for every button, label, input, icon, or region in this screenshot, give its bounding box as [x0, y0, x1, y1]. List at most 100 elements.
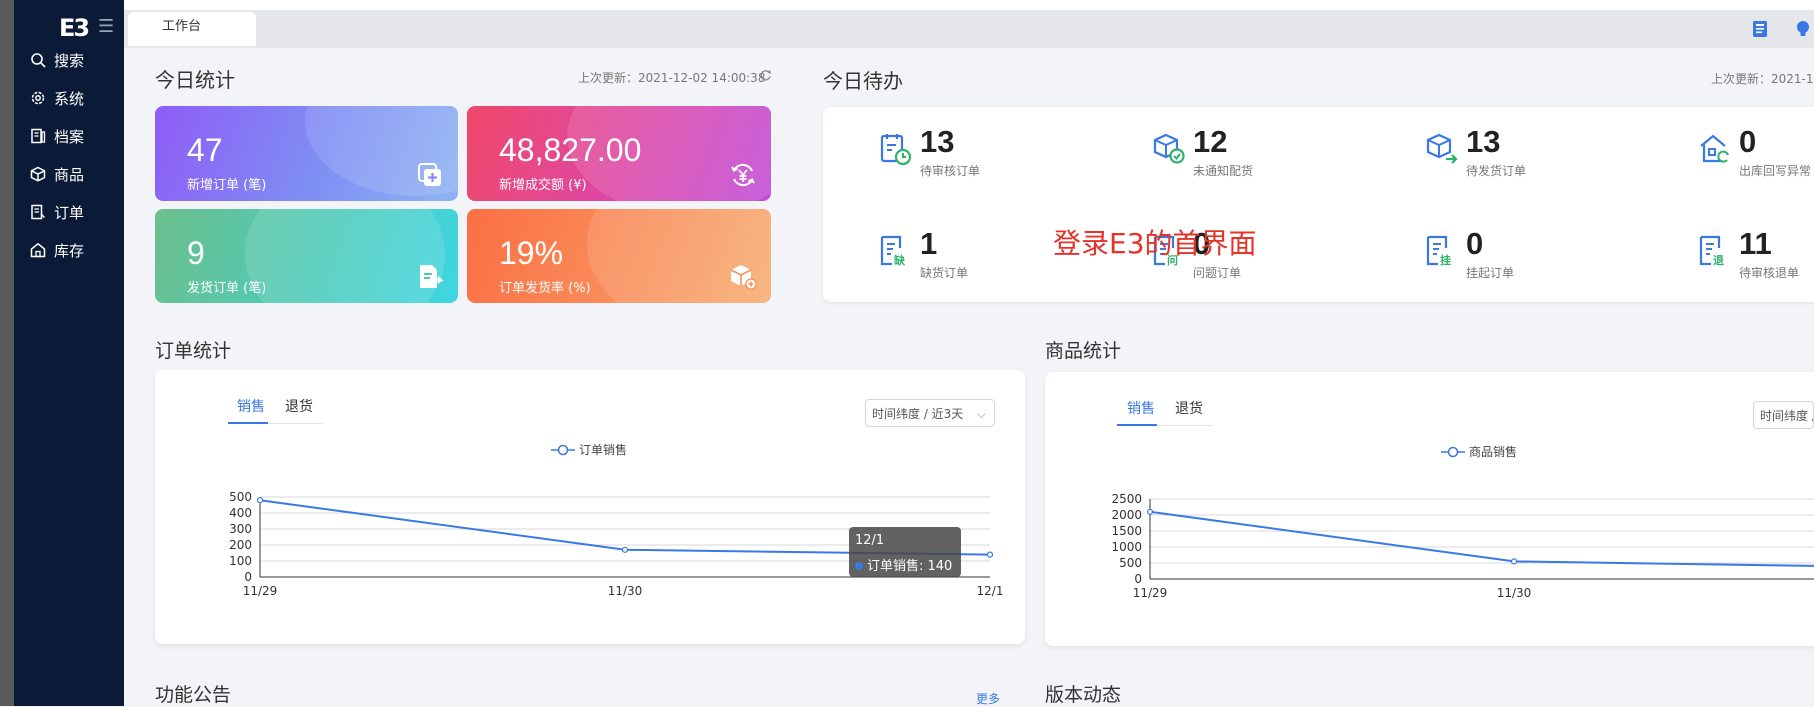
- todo-panel: [823, 107, 1814, 302]
- sidebar-item-label: 库存: [54, 241, 85, 260]
- file-icon: [31, 128, 46, 144]
- stat-card-ship-rate[interactable]: 19% 订单发货率 (%): [467, 209, 771, 303]
- window-left-strip: [0, 0, 14, 706]
- box-arrow-icon: [1426, 133, 1458, 164]
- window-top-strip: [0, 0, 1814, 10]
- x-tick-label: 11/30: [1497, 586, 1532, 600]
- add-order-icon: [418, 163, 441, 186]
- search-icon: [31, 53, 46, 68]
- todo-value: 0: [1739, 124, 1757, 159]
- order-time-range-select[interactable]: 时间纬度 / 近3天 ⌵: [865, 399, 995, 427]
- doc-tui-icon: 退: [1699, 235, 1724, 267]
- order-stats-title: 订单统计: [155, 340, 232, 362]
- legend-label: 订单销售: [579, 443, 628, 457]
- collapse-menu-icon[interactable]: ☰: [98, 16, 114, 37]
- stat-label: 新增订单 (笔): [187, 178, 267, 193]
- todo-value: 12: [1193, 124, 1228, 159]
- tooltip-date: 12/1: [855, 533, 885, 548]
- sidebar-item-label: 搜索: [54, 51, 85, 70]
- sidebar: E3 ☰ 搜索 系统 档案 商品 订单 库存: [14, 0, 124, 706]
- y-tick-label: 1000: [1111, 540, 1142, 554]
- data-point: [1510, 558, 1518, 565]
- todo-value: 0: [1466, 226, 1484, 261]
- refresh-icon[interactable]: [759, 69, 772, 82]
- chart-tab-active-indicator: [228, 422, 268, 424]
- goods-chart-legend[interactable]: 商品销售: [1441, 443, 1517, 460]
- todo-label: 挂起订单: [1466, 266, 1515, 280]
- todo-value: 13: [1466, 124, 1501, 159]
- todo-label: 缺货订单: [920, 266, 969, 280]
- todo-tag: 退: [1713, 253, 1724, 267]
- notices-title: 功能公告: [155, 684, 232, 706]
- y-tick-label: 2500: [1111, 492, 1142, 506]
- x-tick-label: 11/29: [243, 584, 278, 598]
- tab-order-returns[interactable]: 退货: [285, 396, 313, 416]
- tab-bar: [124, 10, 1814, 48]
- data-point: [256, 497, 264, 504]
- stat-card-shipped-orders[interactable]: 9 发货订单 (笔): [155, 209, 458, 303]
- stat-card-new-turnover[interactable]: 48,827.00 新增成交额 (¥): [467, 106, 771, 201]
- sidebar-item-search[interactable]: 搜索: [30, 47, 84, 73]
- order-chart-legend[interactable]: 订单销售: [551, 441, 627, 458]
- goods-sales-chart: 0 500 1000 1500 2000 2500 11/29 11/30: [1111, 492, 1814, 600]
- goods-time-range-select[interactable]: 时间纬度 / 近3天: [1753, 401, 1814, 429]
- sidebar-item-orders[interactable]: 订单: [30, 199, 84, 225]
- chevron-down-icon: ⌵: [976, 407, 986, 421]
- sidebar-item-label: 商品: [54, 165, 85, 184]
- stat-value: 19%: [499, 235, 564, 271]
- y-tick-label: 300: [229, 522, 252, 536]
- y-tick-label: 500: [1119, 556, 1142, 570]
- data-point: [986, 551, 994, 558]
- stat-label: 订单发货率 (%): [499, 281, 591, 296]
- tab-goods-returns[interactable]: 退货: [1175, 398, 1203, 418]
- series-line: [1149, 510, 1814, 567]
- goods-stats-title: 商品统计: [1045, 340, 1122, 362]
- todo-label: 待发货订单: [1466, 164, 1527, 178]
- todo-tag: 缺: [893, 253, 906, 267]
- y-tick-label: 400: [229, 506, 252, 520]
- todo-tag: 挂: [1440, 253, 1451, 267]
- todo-label: 未通知配货: [1193, 164, 1254, 178]
- chart-tab-active-indicator: [1117, 424, 1157, 426]
- notices-more-link[interactable]: 更多: [976, 690, 1000, 707]
- tooltip-text: 订单销售: 140: [867, 559, 953, 574]
- order-icon: [31, 204, 46, 220]
- notebook-icon[interactable]: [1752, 20, 1768, 38]
- todo-label: 问题订单: [1193, 266, 1242, 280]
- y-tick-label: 2000: [1111, 508, 1142, 522]
- x-tick-label: 11/30: [608, 584, 643, 598]
- sidebar-item-inventory[interactable]: 库存: [30, 237, 84, 263]
- y-tick-label: 500: [229, 490, 252, 504]
- annotation-caption: 登录E3的首界面: [1053, 227, 1257, 260]
- stat-value: 48,827.00: [499, 132, 642, 168]
- todo-value: 11: [1739, 226, 1772, 261]
- chart-tooltip: 12/1 订单销售: 140: [849, 527, 961, 577]
- house-refresh-icon: [1700, 134, 1729, 163]
- audit-clock-icon: [880, 134, 912, 166]
- tab-order-sales[interactable]: 销售: [237, 396, 265, 416]
- gear-icon: [31, 91, 45, 105]
- sidebar-item-goods[interactable]: 商品: [30, 161, 84, 187]
- versions-title: 版本动态: [1045, 684, 1122, 706]
- stat-card-new-orders[interactable]: 47 新增订单 (笔): [155, 106, 458, 201]
- sidebar-item-label: 订单: [54, 203, 85, 222]
- y-tick-label: 0: [244, 570, 252, 584]
- bulb-icon[interactable]: [1795, 20, 1811, 38]
- stat-label: 发货订单 (笔): [187, 281, 267, 296]
- box-add-icon: [730, 265, 757, 290]
- tab-workbench[interactable]: 工作台: [128, 12, 256, 46]
- y-tick-label: 1500: [1111, 524, 1142, 538]
- app-logo[interactable]: E3: [59, 14, 90, 42]
- data-point: [621, 546, 629, 553]
- todo-updated: 上次更新：2021-12: [1711, 72, 1814, 86]
- legend-line-marker-icon: [1441, 446, 1465, 457]
- tab-goods-sales[interactable]: 销售: [1127, 398, 1155, 418]
- sidebar-item-system[interactable]: 系统: [30, 85, 84, 111]
- data-point: [1146, 508, 1154, 515]
- todo-value: 1: [920, 226, 938, 261]
- sidebar-item-archive[interactable]: 档案: [30, 123, 84, 149]
- tooltip-value: 订单销售: 140: [855, 555, 952, 574]
- doc-gua-icon: 挂: [1426, 235, 1451, 267]
- todo-title: 今日待办: [823, 69, 903, 93]
- doc-que-icon: 缺: [880, 235, 906, 267]
